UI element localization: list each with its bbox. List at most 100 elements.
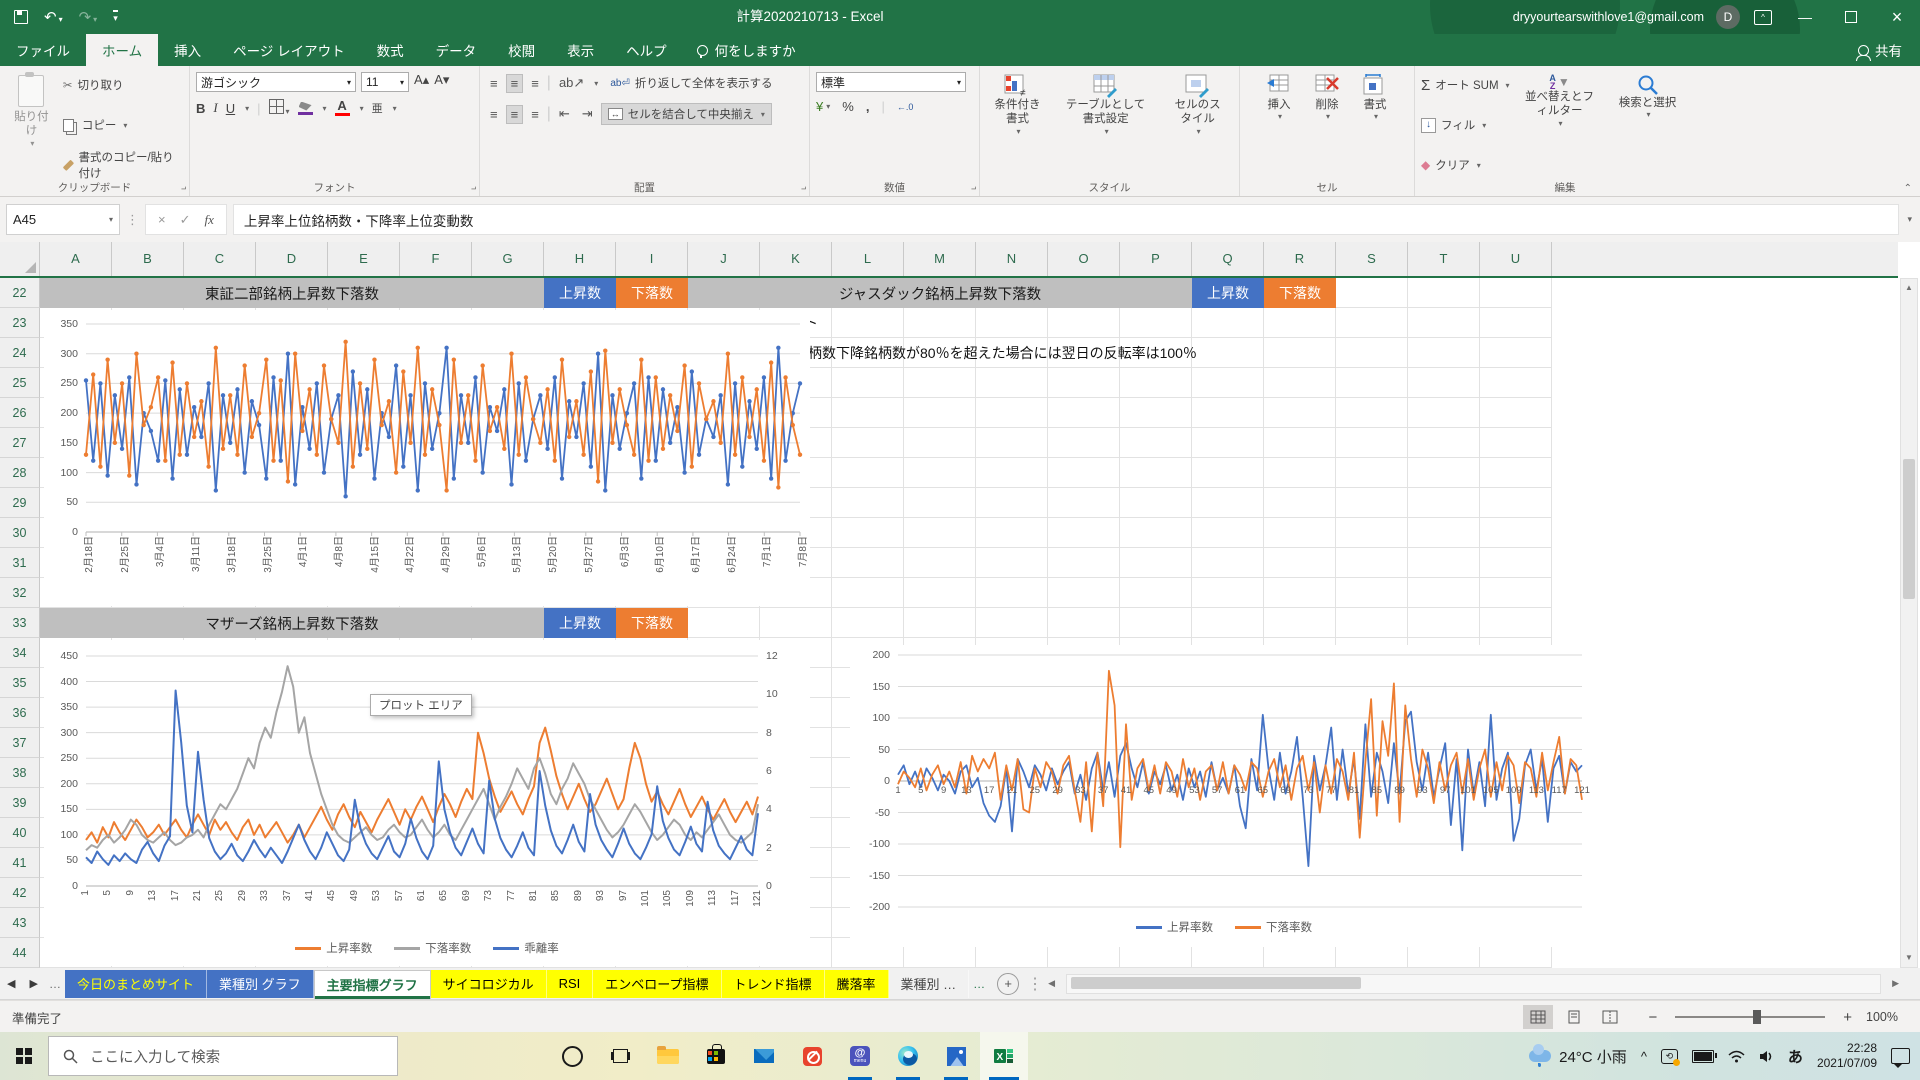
- collapse-ribbon-button[interactable]: ⌃: [1904, 183, 1912, 194]
- share-button[interactable]: 共有: [1840, 34, 1920, 66]
- fill-color-button[interactable]: [298, 102, 313, 115]
- bold-button[interactable]: B: [196, 101, 205, 116]
- insert-cells-button[interactable]: 挿入▾: [1258, 72, 1300, 178]
- up-count-button[interactable]: 上昇数: [544, 278, 616, 308]
- row-header-31[interactable]: 31: [0, 548, 40, 578]
- row-header-24[interactable]: 24: [0, 338, 40, 368]
- clipboard-dialog-launcher[interactable]: ⌐: [181, 184, 186, 194]
- format-painter-button[interactable]: 書式のコピー/貼り付け: [63, 154, 183, 176]
- up-count-button[interactable]: 上昇数: [1192, 278, 1264, 308]
- merge-center-button[interactable]: ↔ セルを結合して中央揃え▾: [601, 103, 772, 125]
- font-name-combo[interactable]: 游ゴシック▾: [196, 72, 356, 92]
- column-header-J[interactable]: J: [688, 242, 760, 276]
- align-left-button[interactable]: ≡: [486, 106, 502, 123]
- row-header-36[interactable]: 36: [0, 698, 40, 728]
- delete-cells-button[interactable]: 削除▾: [1306, 72, 1348, 178]
- row-header-32[interactable]: 32: [0, 578, 40, 608]
- sheet-tab-3[interactable]: 主要指標グラフ: [314, 970, 431, 999]
- ribbon-tab-6[interactable]: データ: [420, 34, 493, 66]
- wifi-icon[interactable]: [1728, 1050, 1745, 1063]
- column-header-R[interactable]: R: [1264, 242, 1336, 276]
- alignment-dialog-launcher[interactable]: ⌐: [801, 184, 806, 194]
- column-header-N[interactable]: N: [976, 242, 1048, 276]
- increase-decimal-button[interactable]: ←.0: [897, 102, 914, 112]
- volume-icon[interactable]: [1759, 1050, 1774, 1063]
- format-cells-button[interactable]: 書式▾: [1354, 72, 1396, 178]
- font-dialog-launcher[interactable]: ⌐: [471, 184, 476, 194]
- down-count-button[interactable]: 下落数: [616, 278, 688, 308]
- expand-formula-bar-button[interactable]: ▾: [1907, 214, 1912, 225]
- scroll-down-arrow[interactable]: ▼: [1901, 949, 1917, 967]
- column-header-F[interactable]: F: [400, 242, 472, 276]
- ribbon-tab-2[interactable]: ホーム: [86, 34, 158, 66]
- row-header-37[interactable]: 37: [0, 728, 40, 758]
- hscroll-right-arrow[interactable]: ▶: [1887, 978, 1904, 989]
- down-count-button[interactable]: 下落数: [1264, 278, 1336, 308]
- row-header-42[interactable]: 42: [0, 878, 40, 908]
- horizontal-scrollbar[interactable]: [1066, 974, 1881, 994]
- comma-style-button[interactable]: ,: [866, 99, 870, 114]
- taskbar-store[interactable]: [692, 1032, 740, 1080]
- select-all-corner[interactable]: [0, 242, 40, 276]
- taskbar-photos[interactable]: [932, 1032, 980, 1080]
- grow-font-button[interactable]: A▴: [414, 72, 429, 92]
- row-header-30[interactable]: 30: [0, 518, 40, 548]
- chart-tosho2[interactable]: 3503002502001501005002月18日2月25日3月4日3月11日…: [44, 310, 810, 606]
- sheet-tab-9[interactable]: 業種別 …: [889, 970, 970, 998]
- chart-mothers[interactable]: 4504003503002502001501005001210864201591…: [44, 640, 810, 966]
- sheet-tab-6[interactable]: エンベロープ指標: [593, 970, 721, 998]
- vertical-scrollbar[interactable]: ▲ ▼: [1900, 278, 1918, 968]
- sheet-overflow[interactable]: …: [969, 977, 989, 991]
- taskbar-edge[interactable]: [884, 1032, 932, 1080]
- taskbar-clock[interactable]: 22:282021/07/09: [1817, 1041, 1877, 1071]
- row-header-35[interactable]: 35: [0, 668, 40, 698]
- ribbon-display-options-button[interactable]: ^: [1754, 10, 1772, 25]
- namebox-splitter[interactable]: ⋮: [126, 212, 139, 228]
- ribbon-tab-8[interactable]: 表示: [551, 34, 610, 66]
- normal-view-button[interactable]: [1523, 1005, 1553, 1029]
- ime-indicator[interactable]: あ: [1788, 1046, 1803, 1067]
- font-size-combo[interactable]: 11▾: [361, 72, 409, 92]
- down-count-button[interactable]: 下落数: [616, 608, 688, 638]
- italic-button[interactable]: I: [213, 100, 217, 116]
- column-header-I[interactable]: I: [616, 242, 688, 276]
- align-top-button[interactable]: ≡: [486, 75, 502, 92]
- cell-styles-button[interactable]: セルのスタイル▾: [1162, 72, 1233, 178]
- account-email[interactable]: dryyourtearswithlove1@gmail.com: [1513, 10, 1704, 24]
- row-header-23[interactable]: 23: [0, 308, 40, 338]
- align-middle-button[interactable]: ≡: [506, 74, 524, 93]
- taskbar-mail[interactable]: [740, 1032, 788, 1080]
- taskbar-atmenu-app[interactable]: @menu: [836, 1032, 884, 1080]
- chart-jasdaq[interactable]: 200150100500-50-100-150-2001591317212529…: [850, 645, 1598, 947]
- new-sheet-button[interactable]: +: [997, 973, 1019, 995]
- formula-input[interactable]: 上昇率上位銘柄数・下降率上位変動数: [233, 204, 1900, 235]
- hidden-icons-chevron[interactable]: ^: [1641, 1049, 1647, 1064]
- cancel-entry-button[interactable]: ×: [158, 212, 166, 227]
- row-header-38[interactable]: 38: [0, 758, 40, 788]
- taskbar-task-view[interactable]: [596, 1032, 644, 1080]
- percent-style-button[interactable]: %: [842, 99, 854, 114]
- taskbar-file-explorer[interactable]: [644, 1032, 692, 1080]
- column-header-L[interactable]: L: [832, 242, 904, 276]
- wrap-text-button[interactable]: ab⏎折り返して全体を表示する: [610, 72, 772, 94]
- orientation-button[interactable]: ab↗: [555, 74, 588, 92]
- row-header-25[interactable]: 25: [0, 368, 40, 398]
- align-bottom-button[interactable]: ≡: [527, 75, 543, 92]
- insert-function-button[interactable]: fx: [205, 212, 214, 228]
- find-select-button[interactable]: 検索と選択▾: [1610, 72, 1686, 178]
- scroll-up-arrow[interactable]: ▲: [1901, 279, 1917, 297]
- copy-button[interactable]: コピー▾: [63, 114, 183, 136]
- row-header-34[interactable]: 34: [0, 638, 40, 668]
- close-button[interactable]: ×: [1874, 0, 1920, 34]
- underline-button[interactable]: U: [226, 101, 235, 116]
- tell-me-search[interactable]: 何をしますか: [683, 34, 810, 66]
- column-header-U[interactable]: U: [1480, 242, 1552, 276]
- column-header-H[interactable]: H: [544, 242, 616, 276]
- ribbon-tab-7[interactable]: 校閲: [492, 34, 551, 66]
- taskbar-excel[interactable]: X: [980, 1032, 1028, 1080]
- row-header-29[interactable]: 29: [0, 488, 40, 518]
- weather-widget[interactable]: 24°C 小雨: [1529, 1046, 1627, 1067]
- column-header-K[interactable]: K: [760, 242, 832, 276]
- row-header-33[interactable]: 33: [0, 608, 40, 638]
- decrease-indent-button[interactable]: ⇤: [555, 105, 574, 123]
